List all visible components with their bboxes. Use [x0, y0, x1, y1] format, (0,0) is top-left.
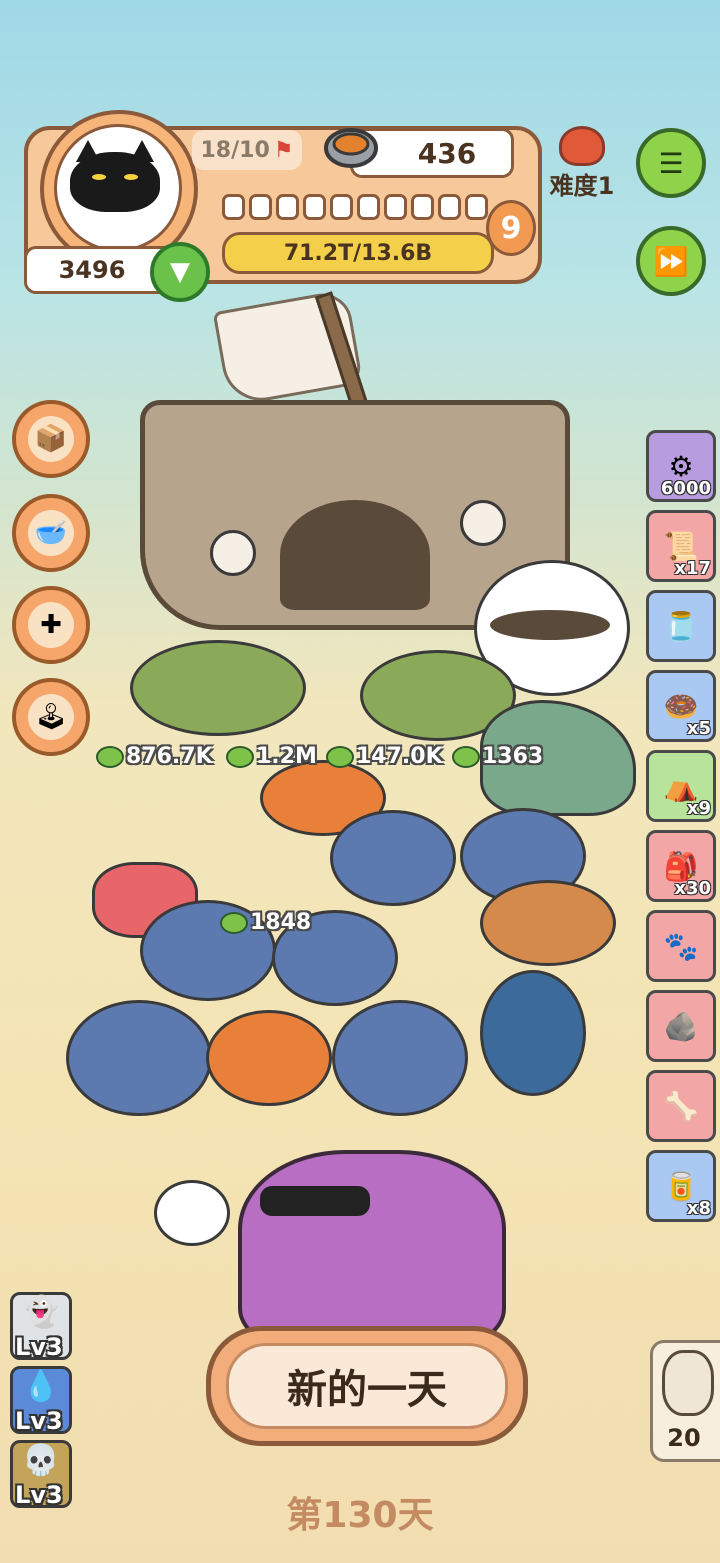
inventory-slot[interactable]: 🥫 x8 [646, 1150, 716, 1222]
item-count: 6000 [660, 478, 711, 499]
damage-number: 876.7K [96, 744, 213, 769]
item-count: x5 [686, 718, 711, 739]
blue-fish-dino[interactable] [332, 1000, 468, 1116]
flag-counter: 18/10 ⚑ [192, 130, 302, 170]
damage-number: 1.2M [226, 744, 317, 769]
new-day-button[interactable]: 新的一天 [206, 1326, 528, 1446]
perk-skull[interactable]: 💀 Lv3 [10, 1440, 72, 1509]
jar-icon: 🫙 [663, 609, 699, 643]
inventory-slot[interactable]: 🦴 [646, 1070, 716, 1142]
perk-level: Lv3 [15, 1333, 63, 1361]
raptor[interactable] [480, 880, 616, 966]
black-cat-icon [70, 152, 160, 212]
difficulty-label: 难度1 [549, 172, 615, 200]
menu-button[interactable]: ☰ [636, 128, 706, 198]
inventory-slot[interactable]: 🍩 x5 [646, 670, 716, 742]
food-bowl-icon [324, 128, 378, 168]
inventory-slot[interactable]: 🫙 [646, 590, 716, 662]
ship-hull-hole [280, 500, 430, 610]
perk-water[interactable]: 💧 Lv3 [10, 1366, 72, 1435]
paw-plus-icon: 🐾 [663, 929, 699, 963]
leaf-icon [226, 745, 254, 768]
flag-icon: ⚑ [273, 137, 294, 163]
blue-fish-dino[interactable] [330, 810, 456, 906]
triceratops[interactable] [206, 1010, 332, 1106]
cat-shopkeeper[interactable] [238, 1150, 506, 1348]
flower-icon [559, 126, 605, 166]
xp-bar: 71.2T/13.6B [222, 232, 494, 274]
damage-number: 147.0K [326, 744, 443, 769]
owl-icon [662, 1350, 714, 1416]
porthole-icon [460, 500, 506, 546]
bowl-icon: 🥣 [28, 510, 74, 556]
day-counter: 第130天 [286, 1495, 434, 1536]
skeleton-icon: 🦴 [663, 1089, 699, 1123]
leaf-icon [220, 911, 248, 934]
heart-down-icon[interactable]: ▼ [150, 242, 210, 302]
joystick-button[interactable]: 🕹 [12, 678, 90, 756]
owl-count: 20 [667, 1424, 701, 1452]
flag-count-text: 18/10 [200, 137, 270, 163]
item-count: x17 [674, 558, 711, 579]
perk-level: Lv3 [15, 1481, 63, 1509]
shark-dino[interactable] [480, 970, 586, 1096]
skull-icon: 💀 [22, 1443, 60, 1478]
pterosaur-icon [490, 610, 610, 640]
inventory-slot[interactable]: 🐾 [646, 910, 716, 982]
ghost-icon: 👻 [22, 1295, 60, 1330]
inventory-slot[interactable]: ⛺ x9 [646, 750, 716, 822]
bowl-button[interactable]: 🥣 [12, 494, 90, 572]
leaf-icon [326, 745, 354, 768]
joystick-icon: 🕹 [28, 694, 74, 740]
leaf-icon [452, 745, 480, 768]
new-day-label: 新的一天 [226, 1343, 508, 1429]
medkit-button[interactable]: ✚ [12, 586, 90, 664]
inventory-slot[interactable]: 📜 x17 [646, 510, 716, 582]
difficulty-indicator[interactable]: 难度1 [540, 126, 624, 200]
leaf-icon [96, 745, 124, 768]
score-text: 3496 [58, 256, 126, 284]
item-count: x8 [686, 1198, 711, 1219]
porthole-icon [210, 530, 256, 576]
sunglasses-icon [260, 1186, 370, 1216]
inventory-slot[interactable]: ⚙ 6000 [646, 430, 716, 502]
inventory-slot[interactable]: 🪨 [646, 990, 716, 1062]
perk-ghost[interactable]: 👻 Lv3 [10, 1292, 72, 1361]
level-progress-cells [222, 194, 490, 226]
water-drop-icon: 💧 [22, 1369, 60, 1404]
fast-forward-button[interactable]: ⏩ [636, 226, 706, 296]
box-button[interactable]: 📦 [12, 400, 90, 478]
blue-fish-dino[interactable] [66, 1000, 212, 1116]
inventory-slot[interactable]: 🎒 x30 [646, 830, 716, 902]
certificate-bubble[interactable] [154, 1180, 230, 1246]
medkit-icon: ✚ [28, 602, 74, 648]
damage-number: 1848 [220, 910, 311, 935]
coin-count-text: 436 [417, 136, 477, 170]
damage-number: 1363 [452, 744, 543, 769]
menu-icon: ☰ [658, 146, 684, 180]
item-count: x30 [674, 878, 711, 899]
fast-forward-icon: ⏩ [653, 244, 689, 278]
ankylosaur[interactable] [130, 640, 306, 736]
perk-level: Lv3 [15, 1407, 63, 1435]
box-icon: 📦 [28, 416, 74, 462]
item-count: x9 [686, 798, 711, 819]
green-rock-icon: 🪨 [663, 1009, 699, 1043]
